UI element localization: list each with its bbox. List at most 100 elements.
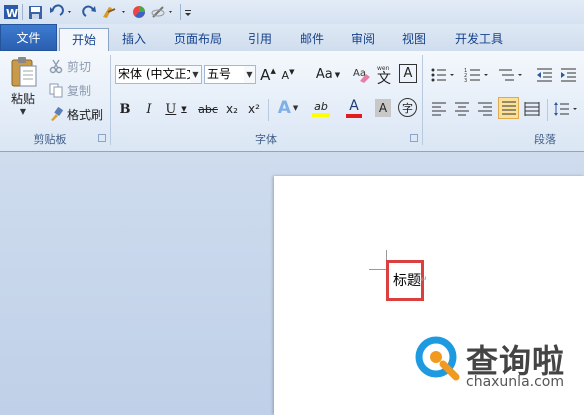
line-spacing-button[interactable] bbox=[553, 99, 579, 119]
divider bbox=[547, 99, 548, 121]
paragraph-mark-icon: ↵ bbox=[420, 275, 428, 285]
change-case-icon: Aa bbox=[315, 67, 333, 82]
word-app-icon[interactable]: W bbox=[2, 3, 20, 21]
font-size-value: 五号 bbox=[207, 67, 232, 81]
paragraph-group-label: 段落 bbox=[534, 133, 556, 146]
clipboard-group-label: 剪贴板 bbox=[33, 133, 67, 146]
multilevel-list-icon bbox=[499, 69, 522, 81]
draw-icon[interactable] bbox=[150, 3, 176, 21]
character-border-icon: A bbox=[403, 66, 413, 81]
change-case-button[interactable]: Aa ▼ bbox=[313, 65, 343, 84]
justify-button[interactable] bbox=[498, 97, 519, 119]
align-center-button[interactable] bbox=[453, 99, 471, 119]
strikethrough-icon: abc bbox=[198, 102, 218, 116]
tab-insert[interactable]: 插入 bbox=[112, 28, 156, 51]
format-painter-quick-icon[interactable] bbox=[100, 3, 128, 21]
copy-label: 复制 bbox=[67, 83, 92, 98]
font-dialog-launcher[interactable] bbox=[410, 134, 418, 142]
crop-mark bbox=[369, 269, 387, 270]
quick-access-toolbar: W bbox=[0, 0, 584, 24]
distributed-align-icon bbox=[524, 102, 540, 116]
distributed-align-button[interactable] bbox=[523, 99, 541, 119]
character-shading-icon: A bbox=[378, 101, 388, 115]
ribbon-tab-strip: 文件 开始 插入 页面布局 引用 邮件 审阅 视图 开发工具 bbox=[0, 24, 584, 52]
paste-dropdown-icon[interactable]: ▼ bbox=[20, 107, 26, 116]
text-effects-button[interactable]: A ▼ bbox=[274, 97, 302, 119]
tab-page-layout[interactable]: 页面布局 bbox=[165, 28, 231, 51]
tab-review[interactable]: 审阅 bbox=[341, 28, 385, 51]
chevron-down-icon[interactable]: ▼ bbox=[190, 66, 201, 83]
highlight-icon: ab bbox=[314, 99, 328, 113]
clipboard-dialog-launcher[interactable] bbox=[98, 134, 106, 142]
subscript-button[interactable]: x₂ bbox=[223, 99, 241, 119]
shrink-font-button[interactable]: A ▼ bbox=[280, 66, 296, 85]
svg-text:文: 文 bbox=[377, 71, 391, 85]
font-name-combo[interactable]: 宋体 (中文正文 ▼ bbox=[115, 65, 202, 84]
brush-icon bbox=[51, 106, 64, 121]
strikethrough-button[interactable]: abc bbox=[197, 99, 219, 119]
align-right-button[interactable] bbox=[476, 99, 494, 119]
tab-view[interactable]: 视图 bbox=[392, 28, 436, 51]
enclose-characters-button[interactable]: 字 bbox=[398, 98, 417, 117]
bullets-button[interactable] bbox=[430, 65, 456, 85]
tab-references[interactable]: 引用 bbox=[238, 28, 282, 51]
font-name-value: 宋体 (中文正文 bbox=[118, 67, 199, 81]
bold-button[interactable]: B bbox=[117, 99, 133, 119]
increase-indent-button[interactable] bbox=[560, 65, 578, 85]
magnifier-logo-icon bbox=[415, 336, 460, 381]
copy-icon bbox=[49, 83, 63, 98]
redo-icon[interactable] bbox=[80, 3, 98, 21]
group-divider bbox=[422, 55, 423, 145]
phonetic-guide-icon: wen文 bbox=[377, 65, 391, 85]
subscript-icon: x₂ bbox=[226, 102, 238, 116]
character-shading-button[interactable]: A bbox=[375, 99, 391, 117]
justify-icon bbox=[501, 101, 516, 115]
chevron-down-icon[interactable]: ▼ bbox=[244, 66, 255, 83]
phonetic-guide-button[interactable]: wen 文 bbox=[375, 63, 395, 85]
numbering-button[interactable]: 123 bbox=[464, 65, 490, 85]
font-color-icon: A bbox=[349, 98, 359, 114]
scissors-icon bbox=[49, 59, 63, 74]
save-icon[interactable] bbox=[26, 3, 44, 21]
align-left-button[interactable] bbox=[430, 99, 448, 119]
underline-icon: U bbox=[165, 101, 177, 117]
grow-font-button[interactable]: A ▲ bbox=[260, 65, 276, 84]
undo-icon[interactable] bbox=[48, 3, 74, 21]
clear-formatting-icon: Aa bbox=[353, 68, 370, 83]
character-border-button[interactable]: A bbox=[399, 64, 417, 83]
customize-toolbar-icon[interactable] bbox=[182, 3, 194, 21]
tab-mailings[interactable]: 邮件 bbox=[290, 28, 334, 51]
cut-button[interactable]: 剪切 bbox=[48, 57, 91, 75]
font-group-label: 字体 bbox=[255, 133, 277, 146]
numbering-icon: 123 bbox=[464, 68, 488, 83]
highlight-button[interactable]: ab bbox=[306, 97, 336, 119]
svg-text:3: 3 bbox=[464, 78, 467, 83]
clear-formatting-button[interactable]: Aa bbox=[352, 63, 372, 85]
divider bbox=[268, 99, 269, 121]
copy-button[interactable]: 复制 bbox=[48, 81, 91, 99]
bullets-icon bbox=[431, 68, 454, 82]
format-painter-button[interactable]: 格式刷 bbox=[48, 105, 103, 123]
decrease-indent-icon bbox=[537, 68, 552, 82]
document-text[interactable]: 标题 bbox=[393, 270, 421, 290]
underline-button[interactable]: U ▼ bbox=[163, 99, 189, 119]
cut-label: 剪切 bbox=[67, 59, 92, 74]
font-color-button[interactable]: A bbox=[340, 97, 368, 119]
align-center-icon bbox=[455, 102, 469, 116]
font-size-combo[interactable]: 五号 ▼ bbox=[204, 65, 256, 84]
decrease-indent-button[interactable] bbox=[536, 65, 554, 85]
superscript-button[interactable]: x² bbox=[245, 99, 263, 119]
italic-icon: I bbox=[146, 101, 152, 117]
tab-home[interactable]: 开始 bbox=[59, 28, 109, 51]
multilevel-list-button[interactable] bbox=[498, 65, 524, 85]
tab-developer[interactable]: 开发工具 bbox=[446, 28, 512, 51]
divider bbox=[180, 4, 181, 20]
paste-icon bbox=[11, 57, 37, 87]
ribbon-home: 粘贴 ▼ 剪切 复制 格式刷 剪贴板 宋体 (中文正文 ▼ 五号 ▼ A ▲ A ▼… bbox=[0, 51, 584, 152]
italic-button[interactable]: I bbox=[141, 99, 157, 119]
color-wheel-icon[interactable] bbox=[130, 3, 148, 21]
paste-label: 粘贴 bbox=[10, 92, 35, 106]
paste-button[interactable]: 粘贴 ▼ bbox=[4, 55, 42, 117]
watermark-url: chaxunla.com bbox=[466, 374, 564, 390]
tab-file[interactable]: 文件 bbox=[0, 24, 57, 51]
